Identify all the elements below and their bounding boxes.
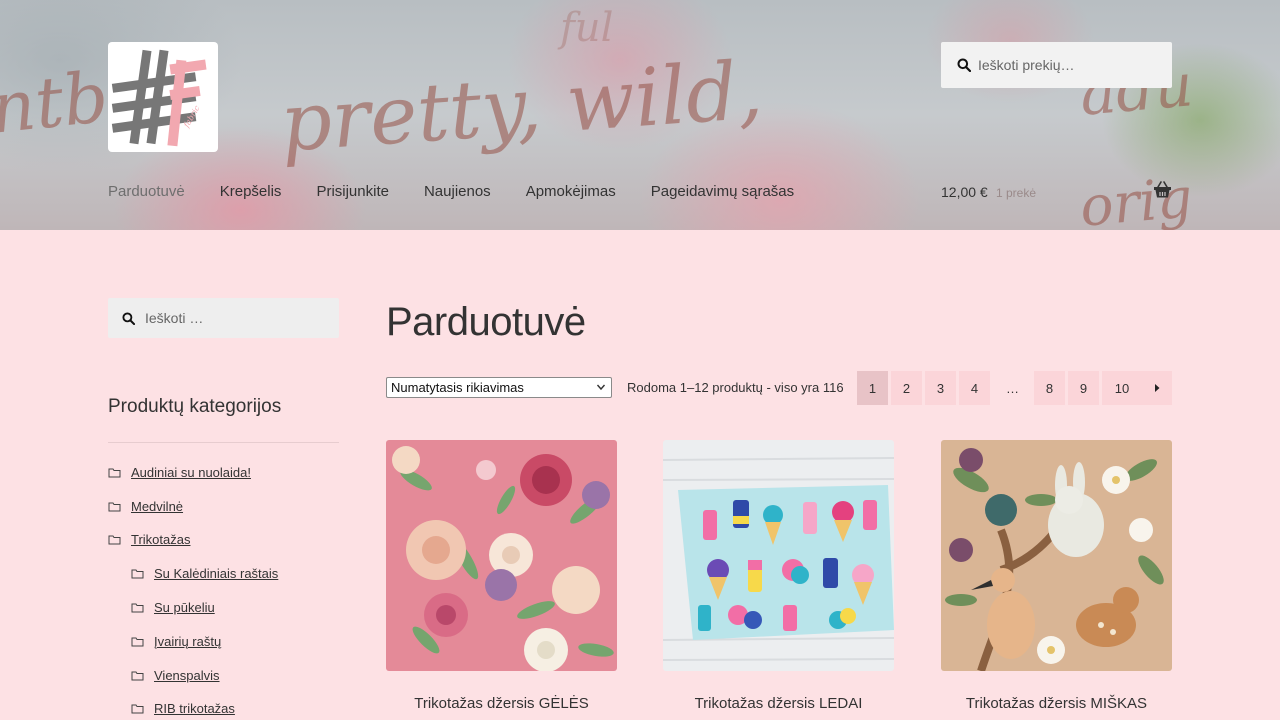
caret-right-icon bbox=[1155, 384, 1160, 392]
subcategory-item[interactable]: Su pūkeliu bbox=[131, 600, 215, 615]
product-search-box[interactable] bbox=[941, 42, 1172, 88]
sidebar-search-input[interactable] bbox=[145, 298, 325, 338]
folder-icon bbox=[131, 704, 144, 714]
nav-item-shop[interactable]: Parduotuvė bbox=[108, 183, 185, 200]
category-link-solid[interactable]: Vienspalvis bbox=[154, 668, 220, 683]
logo-mark: fabric bbox=[111, 49, 207, 147]
pagination-page[interactable]: 10 bbox=[1102, 371, 1142, 405]
main-navigation: Parduotuvė Krepšelis Prisijunkite Naujie… bbox=[108, 183, 829, 200]
product-search-input[interactable] bbox=[978, 42, 1158, 88]
pagination-page[interactable]: 9 bbox=[1068, 371, 1099, 405]
category-link-various[interactable]: Įvairių raštų bbox=[154, 634, 221, 649]
category-item[interactable]: Trikotažas bbox=[108, 532, 190, 547]
result-count: Rodoma 1–12 produktų - viso yra 116 bbox=[627, 380, 844, 395]
subcategory-item[interactable]: Su Kalėdiniais raštais bbox=[131, 566, 278, 581]
folder-icon bbox=[131, 603, 144, 613]
product-image[interactable] bbox=[663, 440, 894, 671]
folder-icon bbox=[108, 468, 121, 478]
sidebar-divider bbox=[108, 442, 339, 443]
nav-item-wishlist[interactable]: Pageidavimų sąrašas bbox=[651, 183, 794, 200]
cart-total[interactable]: 12,00 € bbox=[941, 184, 988, 200]
header-background-script-5: ful bbox=[560, 5, 614, 51]
pagination-page[interactable]: 2 bbox=[891, 371, 922, 405]
sort-selected-value: Numatytasis rikiavimas bbox=[391, 380, 524, 395]
category-link-knit[interactable]: Trikotažas bbox=[131, 532, 190, 547]
site-logo[interactable]: fabric bbox=[108, 42, 218, 152]
folder-icon bbox=[131, 569, 144, 579]
nav-item-login[interactable]: Prisijunkite bbox=[316, 183, 389, 200]
subcategory-item[interactable]: RIB trikotažas bbox=[131, 701, 235, 716]
subcategory-item[interactable]: Įvairių raštų bbox=[131, 634, 221, 649]
header-background-script-2: pretty, wild, bbox=[277, 43, 766, 170]
pagination-page[interactable]: 4 bbox=[959, 371, 990, 405]
category-link-fleece[interactable]: Su pūkeliu bbox=[154, 600, 215, 615]
product-image-forest bbox=[941, 440, 1172, 671]
folder-icon bbox=[131, 637, 144, 647]
search-icon bbox=[122, 312, 135, 325]
product-image[interactable] bbox=[386, 440, 617, 671]
pagination-ellipsis: … bbox=[1006, 380, 1019, 396]
category-item[interactable]: Audiniai su nuolaida! bbox=[108, 465, 251, 480]
folder-icon bbox=[108, 502, 121, 512]
product-title[interactable]: Trikotažas džersis LEDAI bbox=[663, 695, 894, 712]
basket-icon[interactable] bbox=[1153, 181, 1172, 199]
category-link-cotton[interactable]: Medvilnė bbox=[131, 499, 183, 514]
categories-title: Produktų kategorijos bbox=[108, 396, 282, 417]
sidebar-search-box[interactable] bbox=[108, 298, 339, 338]
search-icon bbox=[957, 58, 971, 72]
page-title: Parduotuvė bbox=[386, 300, 586, 344]
nav-item-news[interactable]: Naujienos bbox=[424, 183, 491, 200]
product-image[interactable] bbox=[941, 440, 1172, 671]
cart-count[interactable]: 1 prekė bbox=[996, 186, 1036, 200]
category-link-discount[interactable]: Audiniai su nuolaida! bbox=[131, 465, 251, 480]
sort-select[interactable]: Numatytasis rikiavimas bbox=[386, 377, 612, 398]
pagination-page[interactable]: 8 bbox=[1034, 371, 1065, 405]
nav-item-cart[interactable]: Krepšelis bbox=[220, 183, 282, 200]
chevron-down-icon bbox=[596, 384, 606, 391]
folder-icon bbox=[131, 671, 144, 681]
category-item[interactable]: Medvilnė bbox=[108, 499, 183, 514]
pagination-page[interactable]: 3 bbox=[925, 371, 956, 405]
pagination-page-current: 1 bbox=[857, 371, 888, 405]
product-title[interactable]: Trikotažas džersis GĖLĖS bbox=[386, 695, 617, 712]
subcategory-item[interactable]: Vienspalvis bbox=[131, 668, 220, 683]
site-header: ntbs pretty, wild, adu orig ful fabric I… bbox=[0, 0, 1280, 230]
folder-icon bbox=[108, 535, 121, 545]
category-link-christmas[interactable]: Su Kalėdiniais raštais bbox=[154, 566, 278, 581]
nav-item-payment[interactable]: Apmokėjimas bbox=[526, 183, 616, 200]
product-image-ice-cream bbox=[663, 440, 894, 671]
product-image-flowers bbox=[386, 440, 617, 671]
category-link-rib[interactable]: RIB trikotažas bbox=[154, 701, 235, 716]
header-cart[interactable]: 12,00 € 1 prekė bbox=[941, 181, 1172, 203]
product-title[interactable]: Trikotažas džersis MIŠKAS bbox=[941, 695, 1172, 712]
pagination-next-button[interactable] bbox=[1142, 371, 1172, 405]
